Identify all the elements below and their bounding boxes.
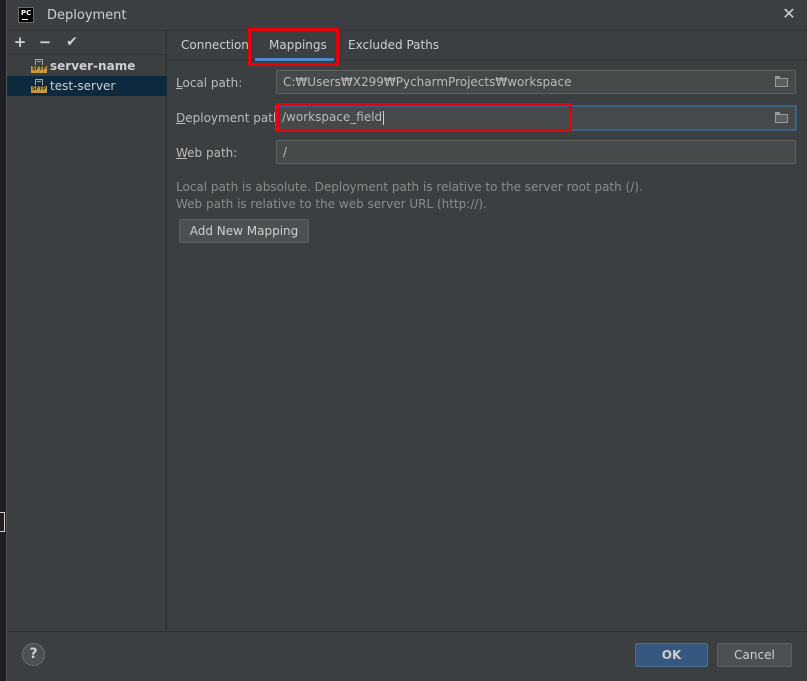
title-bar: PC Deployment ✕ — [7, 0, 807, 31]
settings-panel: Connection Mappings Excluded Paths Local… — [168, 28, 807, 631]
web-path-field[interactable]: / — [276, 140, 796, 164]
folder-icon[interactable] — [775, 76, 789, 87]
deployment-path-label: Deployment path: — [176, 111, 285, 125]
app-icon-text: PC — [21, 9, 32, 17]
server-item-label: test-server — [50, 79, 116, 93]
local-path-value: C:₩Users₩X299₩PycharmProjects₩workspace — [283, 75, 572, 89]
remove-server-button[interactable]: − — [36, 33, 54, 51]
sftp-icon: SFTP — [31, 79, 47, 93]
help-text-line-1: Local path is absolute. Deployment path … — [176, 180, 643, 194]
tab-excluded-paths[interactable]: Excluded Paths — [348, 38, 439, 52]
dialog-footer: ? OK Cancel — [7, 631, 807, 681]
cancel-button[interactable]: Cancel — [717, 643, 792, 667]
close-icon[interactable]: ✕ — [781, 6, 797, 22]
sftp-icon: SFTP — [31, 59, 47, 73]
server-item-server-name[interactable]: SFTP server-name — [7, 56, 167, 76]
folder-icon[interactable] — [775, 112, 789, 123]
set-default-check-icon[interactable]: ✔ — [63, 33, 81, 51]
server-item-label: server-name — [50, 59, 136, 73]
deployment-path-highlight-box — [276, 103, 572, 132]
help-icon[interactable]: ? — [22, 643, 45, 666]
local-path-field[interactable]: C:₩Users₩X299₩PycharmProjects₩workspace — [276, 70, 796, 94]
server-item-test-server[interactable]: SFTP test-server — [7, 76, 167, 96]
local-path-label: Local path: — [176, 76, 243, 90]
add-new-mapping-button[interactable]: Add New Mapping — [179, 219, 309, 243]
mappings-tab-highlight-box — [248, 28, 339, 66]
pycharm-app-icon: PC — [18, 7, 34, 23]
ok-button[interactable]: OK — [635, 643, 708, 667]
server-list-panel: + − ✔ SFTP server-name SFTP test-server — [7, 31, 167, 631]
tab-connection[interactable]: Connection — [181, 38, 249, 52]
server-toolbar: + − ✔ — [7, 31, 167, 55]
web-path-value: / — [283, 145, 288, 159]
deployment-dialog: PC Deployment ✕ + − ✔ SFTP server-name S… — [6, 0, 807, 681]
help-text-line-2: Web path is relative to the web server U… — [176, 197, 487, 211]
add-server-button[interactable]: + — [11, 33, 29, 51]
window-title: Deployment — [47, 8, 127, 23]
web-path-label: Web path: — [176, 146, 238, 160]
background-window-mark — [0, 512, 5, 532]
